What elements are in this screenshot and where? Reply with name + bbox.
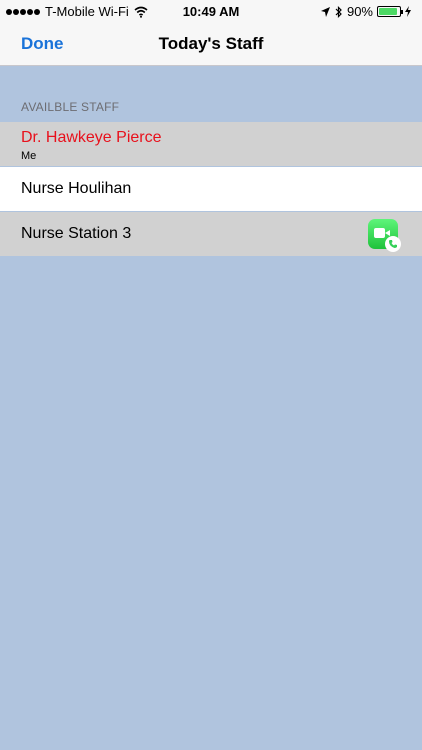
staff-name: Nurse Station 3 — [21, 225, 132, 242]
staff-name: Nurse Houlihan — [21, 180, 132, 197]
battery-percent: 90% — [346, 4, 373, 19]
staff-name: Dr. Hawkeye Pierce — [21, 129, 162, 146]
staff-row-hawkeye-pierce[interactable]: Dr. Hawkeye Pierce Me — [0, 122, 422, 166]
page-title: Today's Staff — [158, 34, 264, 53]
bluetooth-icon — [335, 5, 342, 18]
navigation-bar: Done Today's Staff — [0, 22, 422, 66]
status-right: 90% — [320, 4, 416, 19]
location-arrow-icon — [320, 6, 330, 17]
staff-row-nurse-houlihan[interactable]: Nurse Houlihan — [0, 167, 422, 211]
staff-subtitle: Me — [21, 150, 37, 162]
staff-row-nurse-station-3[interactable]: Nurse Station 3 — [0, 212, 422, 256]
status-bar: T-Mobile Wi-Fi 10:49 AM 90% — [0, 0, 422, 22]
battery-icon — [377, 6, 403, 17]
facetime-icon[interactable] — [368, 219, 401, 252]
phone-icon — [385, 236, 401, 252]
charging-bolt-icon — [405, 6, 411, 17]
section-header: AVAILBLE STAFF — [21, 100, 120, 114]
